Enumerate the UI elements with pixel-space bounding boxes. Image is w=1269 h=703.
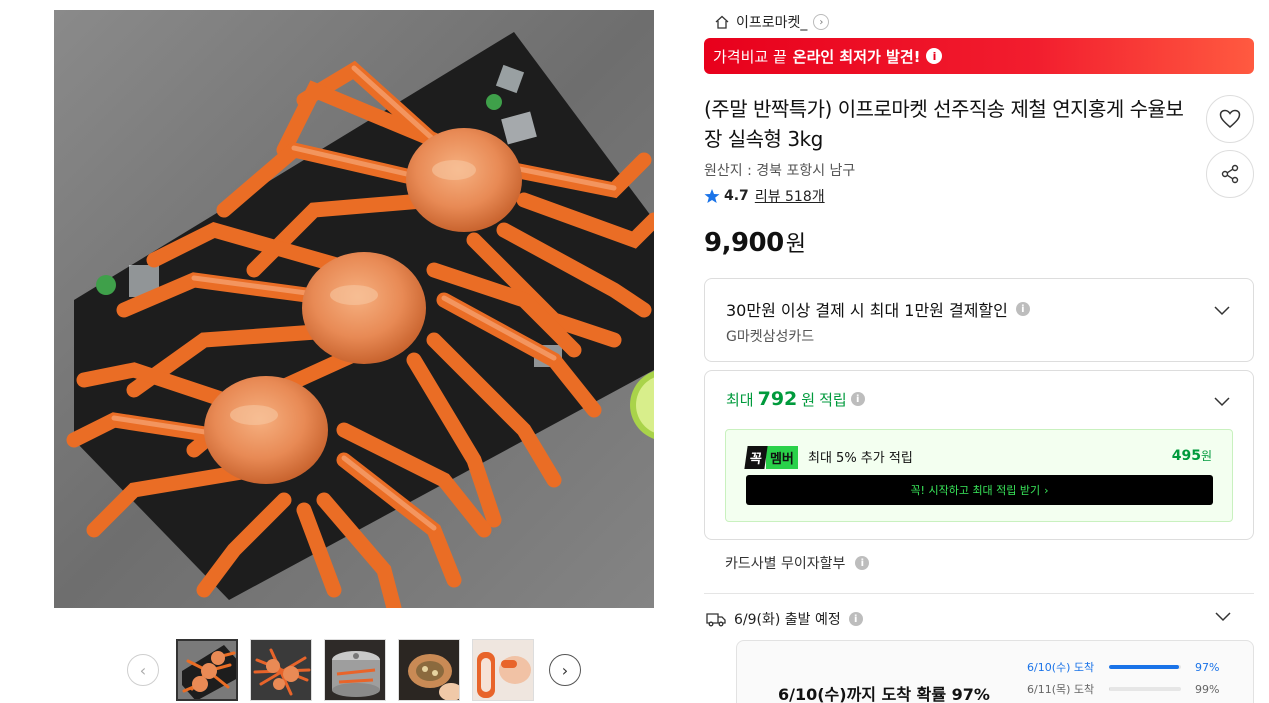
member-badge: 꼭 멤버 [744,446,798,469]
arrival-bar-fill [1109,665,1179,669]
arrival-probability-box: 6/10(수)까지 도착 확률 97% 6/10(수) 도착 97% 6/11(… [736,640,1254,703]
wishlist-button[interactable] [1206,95,1254,143]
thumbnail-1[interactable] [176,639,238,701]
chevron-down-icon[interactable] [1213,392,1231,410]
product-title: (주말 반짝특가) 이프로마켓 선주직송 제철 연지홍게 수율보장 실속형 3k… [704,97,1184,151]
arrival-row: 6/11(목) 도착 99% [1027,682,1220,697]
member-points-value: 495 [1171,448,1201,464]
arrival-bar [1109,687,1181,691]
member-start-button[interactable]: 꼭! 시작하고 최대 적립 받기 › [746,475,1213,505]
points-title: 최대 792 원 적립 i [726,388,865,410]
chevron-right-icon: › [1044,483,1049,497]
discount-title-row: 30만원 이상 결제 시 최대 1만원 결제할인 i [726,297,1030,321]
arrival-date: 6/10(수) 도착 [1027,661,1095,674]
crab-pile-thumbnail-icon [251,640,311,700]
chevron-down-icon[interactable] [1214,607,1232,625]
banner-prefix: 가격비교 끝 [713,47,787,66]
product-price: 9,900원 [704,226,806,258]
share-icon [1221,164,1239,184]
review-link[interactable]: 리뷰 518개 [755,186,825,206]
share-button[interactable] [1206,150,1254,198]
chevron-right-icon: › [813,14,830,30]
info-icon[interactable]: i [926,48,943,64]
arrival-bar-fill [1109,687,1111,691]
member-badge-black: 꼭 [744,446,768,469]
info-icon[interactable]: i [850,392,865,406]
arrival-row: 6/10(수) 도착 97% [1027,660,1220,675]
price-value: 9,900 [704,228,784,258]
arrival-percent: 97% [1195,660,1220,674]
lowest-price-banner[interactable]: 가격비교 끝 온라인 최저가 발견! i [704,38,1254,74]
rating-score: 4.7 [724,188,749,204]
member-points-unit: 원 [1200,449,1212,463]
thumbnail-prev-button[interactable]: ‹ [127,654,159,686]
thumbnail-3[interactable] [324,639,386,701]
points-prefix: 최대 [726,390,754,409]
product-origin: 원산지 : 경북 포항시 남구 [704,163,856,179]
store-name: 이프로마켓_ [736,15,808,31]
banner-highlight: 온라인 최저가 발견! [792,47,921,66]
thumbnail-5[interactable] [472,639,534,701]
arrival-percent: 99% [1195,682,1220,696]
arrival-date: 6/11(목) 도착 [1027,683,1095,696]
arrival-main-text: 6/10(수)까지 도착 확률 97% [778,685,990,703]
points-amount: 792 [757,388,798,410]
chevron-left-icon: ‹ [139,660,147,680]
thumbnail-2[interactable] [250,639,312,701]
member-points: 495원 [1172,447,1212,464]
chevron-down-icon[interactable] [1213,301,1231,319]
arrival-bar [1109,665,1181,669]
member-benefit-text: 최대 5% 추가 적립 [808,451,913,466]
thumbnail-strip: ‹ › [127,638,587,702]
store-link[interactable]: 이프로마켓_ › [714,11,830,33]
steamer-pot-thumbnail-icon [325,640,385,700]
member-badge-green: 멤버 [765,446,798,469]
installment-row[interactable]: 카드사별 무이자할부 i [725,553,870,573]
shipping-row[interactable]: 6/9(화) 출발 예정 i [706,609,863,629]
truck-icon [706,613,726,627]
info-icon[interactable]: i [855,556,870,570]
member-start-label: 꼭! 시작하고 최대 적립 받기 [910,484,1041,497]
heart-icon [1219,109,1241,128]
info-icon[interactable]: i [848,612,863,626]
member-benefit-box: 꼭 멤버 최대 5% 추가 적립 495원 꼭! 시작하고 최대 적립 받기 › [725,429,1233,522]
crab-shell-thumbnail-icon [399,640,459,700]
product-main-image[interactable] [54,10,654,608]
home-icon [715,15,729,29]
chevron-right-icon: › [561,660,569,680]
points-unit: 원 [801,390,816,409]
rating-row: 4.7 리뷰 518개 [704,186,825,206]
points-suffix: 적립 [819,390,847,409]
star-icon [704,189,720,203]
thumbnail-4[interactable] [398,639,460,701]
discount-card-name: G마켓삼성카드 [726,329,815,345]
crab-plate-thumbnail-icon [178,641,236,699]
shipping-label: 6/9(화) 출발 예정 [734,612,841,628]
discount-title: 30만원 이상 결제 시 최대 1만원 결제할인 [726,301,1008,320]
price-currency: 원 [785,232,806,257]
card-discount-box[interactable]: 30만원 이상 결제 시 최대 1만원 결제할인 i G마켓삼성카드 [704,278,1254,362]
thumbnail-next-button[interactable]: › [549,654,581,686]
installment-label: 카드사별 무이자할부 [725,556,846,572]
points-box: 최대 792 원 적립 i 꼭 멤버 최대 5% 추가 적립 495원 꼭! 시작하… [704,370,1254,540]
info-icon[interactable]: i [1015,302,1030,316]
crab-leg-hand-thumbnail-icon [473,640,533,700]
divider [704,593,1254,594]
